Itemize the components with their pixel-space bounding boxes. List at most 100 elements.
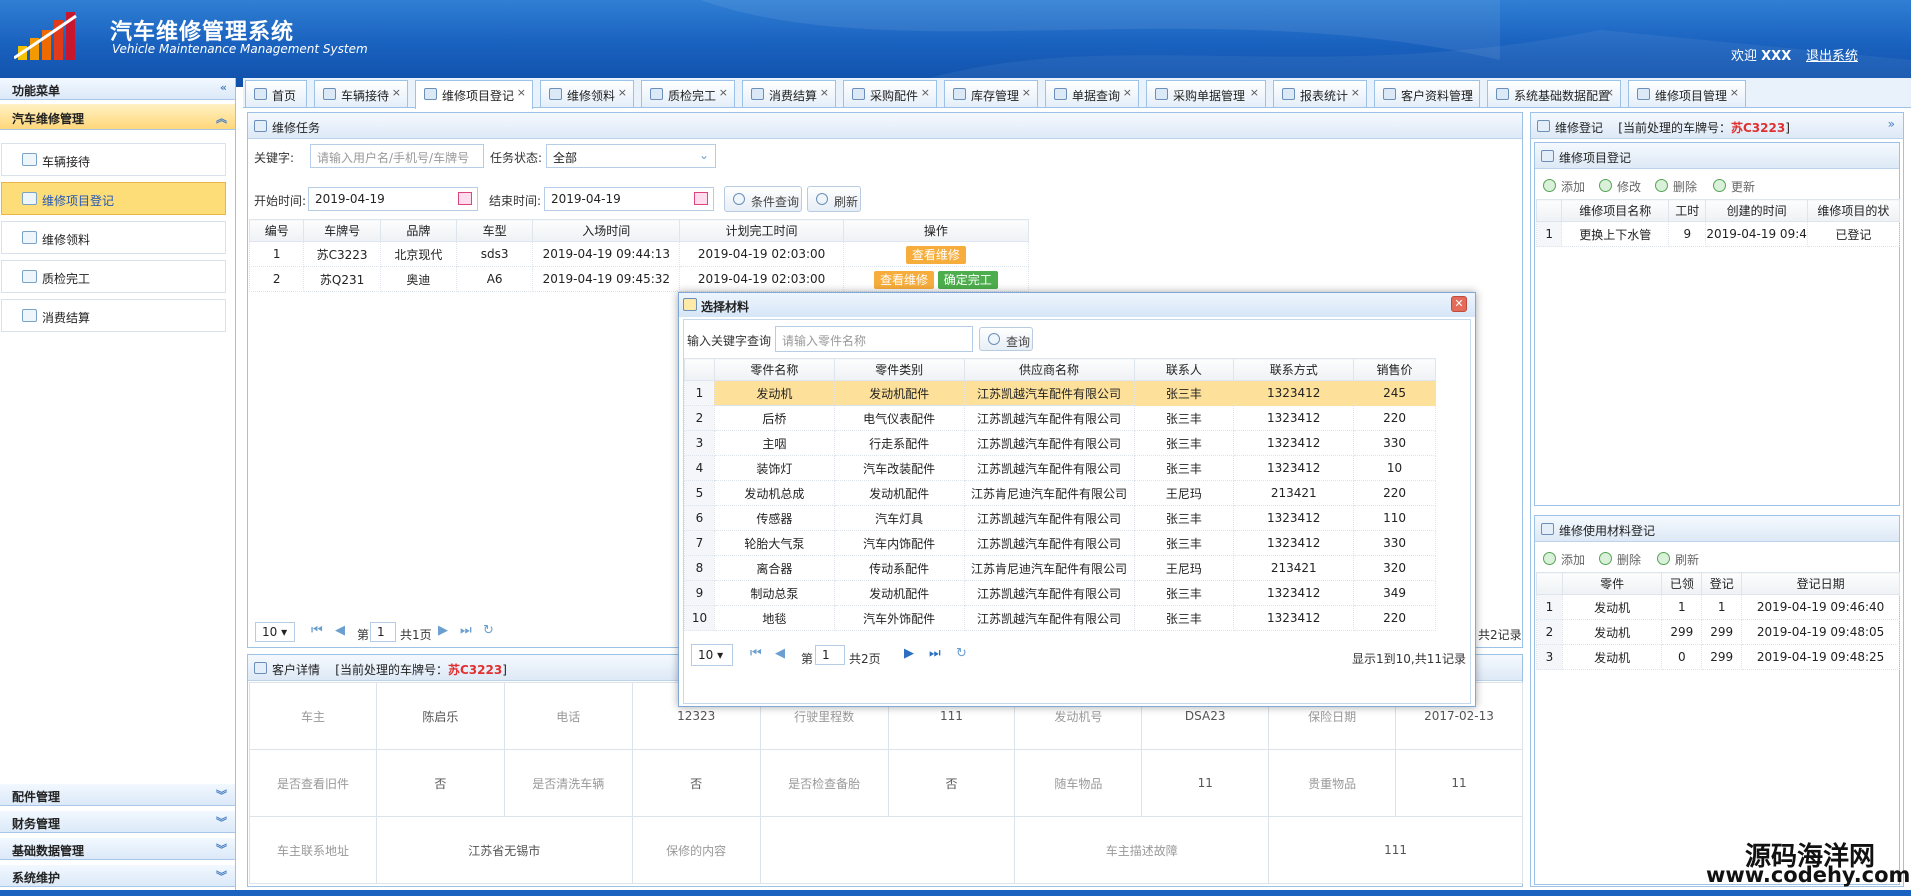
calendar-icon[interactable] xyxy=(694,192,708,205)
sidebar-group-basic-data[interactable]: 基础数据管理 ︾ xyxy=(0,838,235,860)
table-row[interactable]: 1 更换上下水管 9 2019-04-19 09:4 已登记 xyxy=(1535,221,1901,247)
tab-inventory[interactable]: 库存管理 × xyxy=(944,80,1038,107)
table-row[interactable]: 8 离合器 传动系配件 江苏肯尼迪汽车配件有限公司 王尼玛 213421 320 xyxy=(684,555,1436,581)
reload-icon[interactable]: ↻ xyxy=(956,646,967,661)
tab-repair-items[interactable]: 维修项目管理 × xyxy=(1628,80,1746,107)
table-row[interactable]: 1 苏C3223 北京现代 sds3 2019-04-19 09:44:13 2… xyxy=(248,241,1030,267)
sidebar-group-system[interactable]: 系统维护 ︾ xyxy=(0,865,235,887)
sidebar-item-repair-register[interactable]: 维修项目登记 xyxy=(1,182,226,215)
confirm-complete-button[interactable]: 确定完工 xyxy=(937,270,998,289)
refresh-material-button[interactable]: 刷新 xyxy=(1657,551,1699,568)
next-page-icon[interactable]: ▶ xyxy=(438,623,448,638)
close-icon[interactable]: × xyxy=(1464,86,1473,99)
close-icon[interactable]: × xyxy=(1123,86,1132,99)
column-header[interactable]: 零件 xyxy=(1561,572,1663,595)
page-size-select[interactable]: 10 ▾ xyxy=(255,622,295,642)
collapse-sidebar-icon[interactable]: « xyxy=(220,81,227,94)
tab-purchase-docs[interactable]: 采购单据管理 × xyxy=(1146,80,1266,107)
column-header[interactable]: 入场时间 xyxy=(532,219,681,242)
sidebar-group-parts[interactable]: 配件管理 ︾ xyxy=(0,784,235,806)
column-header[interactable]: 创建的时间 xyxy=(1705,199,1808,222)
column-header[interactable]: 维修项目名称 xyxy=(1561,199,1670,222)
tab-quality[interactable]: 质检完工 × xyxy=(641,80,735,107)
dialog-search-button[interactable]: 查询 xyxy=(979,327,1033,351)
update-button[interactable]: 更新 xyxy=(1713,178,1755,195)
first-page-icon[interactable]: ⏮ xyxy=(311,623,323,638)
close-icon[interactable]: × xyxy=(517,86,526,99)
prev-page-icon[interactable]: ◀ xyxy=(775,646,785,661)
tab-material[interactable]: 维修领料 × xyxy=(540,80,634,107)
tab-config[interactable]: 系统基础数据配置 × xyxy=(1487,80,1621,107)
dialog-title-bar[interactable]: 选择材料 ✕ xyxy=(679,293,1475,317)
table-row[interactable]: 10 地毯 汽车外饰配件 江苏凯越汽车配件有限公司 张三丰 1323412 220 xyxy=(684,605,1436,631)
table-row[interactable]: 2 苏Q231 奥迪 A6 2019-04-19 09:45:32 2019-0… xyxy=(248,266,1030,292)
page-input[interactable]: 1 xyxy=(370,622,396,642)
last-page-icon[interactable]: ⏭ xyxy=(929,646,941,661)
column-header[interactable]: 联系人 xyxy=(1133,358,1235,381)
tab-repair-register[interactable]: 维修项目登记 × xyxy=(415,80,533,109)
delete-button[interactable]: 删除 xyxy=(1655,178,1697,195)
refresh-button[interactable]: 刷新 xyxy=(807,186,861,212)
tab-customer[interactable]: 客户资料管理 × xyxy=(1374,80,1480,107)
reload-icon[interactable]: ↻ xyxy=(483,623,494,638)
table-row[interactable]: 4 装饰灯 汽车改装配件 江苏凯越汽车配件有限公司 张三丰 1323412 10 xyxy=(684,455,1436,481)
add-button[interactable]: 添加 xyxy=(1543,178,1585,195)
column-header[interactable]: 工时 xyxy=(1668,199,1707,222)
table-row[interactable]: 2 后桥 电气仪表配件 江苏凯越汽车配件有限公司 张三丰 1323412 220 xyxy=(684,405,1436,431)
column-header[interactable]: 车型 xyxy=(455,219,534,242)
table-row[interactable]: 9 制动总泵 发动机配件 江苏凯越汽车配件有限公司 张三丰 1323412 349 xyxy=(684,580,1436,606)
delete-material-button[interactable]: 删除 xyxy=(1599,551,1641,568)
table-row[interactable]: 1 发动机 1 1 2019-04-19 09:46:40 xyxy=(1536,594,1900,620)
close-icon[interactable]: × xyxy=(1022,86,1031,99)
tab-settlement[interactable]: 消费结算 × xyxy=(742,80,836,107)
column-header[interactable]: 零件类别 xyxy=(833,358,965,381)
tab-home[interactable]: 首页 xyxy=(245,80,307,107)
column-header[interactable]: 登记日期 xyxy=(1741,572,1900,595)
prev-page-icon[interactable]: ◀ xyxy=(335,623,345,638)
table-row[interactable]: 3 主咽 行走系配件 江苏凯越汽车配件有限公司 张三丰 1323412 330 xyxy=(684,430,1436,456)
tab-reception[interactable]: 车辆接待 × xyxy=(314,80,408,107)
close-icon[interactable]: × xyxy=(1605,86,1614,99)
column-header[interactable]: 销售价 xyxy=(1353,358,1436,381)
column-header[interactable]: 供应商名称 xyxy=(963,358,1135,381)
column-header[interactable]: 维修项目的状 xyxy=(1806,199,1901,222)
column-header[interactable]: 联系方式 xyxy=(1233,358,1355,381)
close-icon[interactable]: × xyxy=(1250,86,1259,99)
column-header[interactable]: 品牌 xyxy=(379,219,458,242)
close-icon[interactable]: × xyxy=(921,86,930,99)
table-row[interactable]: 3 发动机 0 299 2019-04-19 09:48:25 xyxy=(1536,644,1900,670)
close-icon[interactable]: × xyxy=(1351,86,1360,99)
column-header[interactable]: 编号 xyxy=(248,219,305,242)
dialog-page-size-select[interactable]: 10 ▾ xyxy=(691,644,733,666)
logout-link[interactable]: 退出系统 xyxy=(1806,45,1858,64)
sidebar-group-finance[interactable]: 财务管理 ︾ xyxy=(0,811,235,833)
last-page-icon[interactable]: ⏭ xyxy=(460,623,472,638)
view-repair-button[interactable]: 查看维修 xyxy=(873,270,934,289)
sidebar-item-material[interactable]: 维修领料 xyxy=(1,221,226,254)
table-row[interactable]: 7 轮胎大气泵 汽车内饰配件 江苏凯越汽车配件有限公司 张三丰 1323412 330 xyxy=(684,530,1436,556)
end-time-input[interactable]: 2019-04-19 xyxy=(544,187,714,211)
close-icon[interactable]: ✕ xyxy=(1451,296,1467,312)
edit-button[interactable]: 修改 xyxy=(1599,178,1641,195)
column-header[interactable]: 已领 xyxy=(1661,572,1703,595)
close-icon[interactable]: × xyxy=(1730,86,1739,99)
table-row[interactable]: 2 发动机 299 299 2019-04-19 09:48:05 xyxy=(1536,619,1900,645)
next-page-icon[interactable]: ▶ xyxy=(904,646,914,661)
dialog-page-input[interactable]: 1 xyxy=(815,645,845,665)
calendar-icon[interactable] xyxy=(458,192,472,205)
column-header[interactable]: 计划完工时间 xyxy=(679,219,844,242)
sidebar-item-settlement[interactable]: 消费结算 xyxy=(1,299,226,332)
collapse-panel-icon[interactable]: » xyxy=(1888,117,1895,131)
tab-purchase[interactable]: 采购配件 × xyxy=(843,80,937,107)
sidebar-item-reception[interactable]: 车辆接待 xyxy=(1,143,226,176)
part-search-input[interactable]: 请输入零件名称 xyxy=(775,326,973,352)
table-row[interactable]: 6 传感器 汽车灯具 江苏凯越汽车配件有限公司 张三丰 1323412 110 xyxy=(684,505,1436,531)
column-header[interactable]: 零件名称 xyxy=(713,358,835,381)
keyword-input[interactable]: 请输入用户名/手机号/车牌号 xyxy=(310,144,484,168)
view-repair-button[interactable]: 查看维修 xyxy=(905,245,966,264)
table-row[interactable]: 5 发动机总成 发动机配件 江苏肯尼迪汽车配件有限公司 王尼玛 213421 220 xyxy=(684,480,1436,506)
search-button[interactable]: 条件查询 xyxy=(724,186,802,212)
tab-query[interactable]: 单据查询 × xyxy=(1045,80,1139,107)
start-time-input[interactable]: 2019-04-19 xyxy=(308,187,478,211)
close-icon[interactable]: × xyxy=(820,86,829,99)
